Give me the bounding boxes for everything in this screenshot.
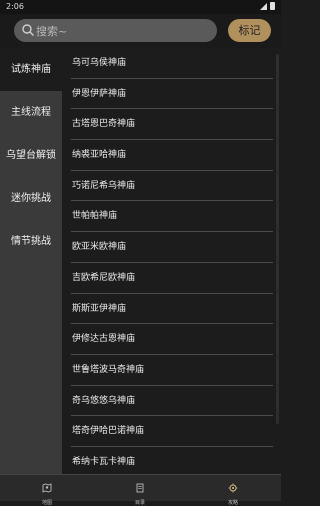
list-item[interactable]: 奇乌悠悠乌神庙 — [71, 386, 273, 417]
list-item[interactable]: 乌可乌侯神庙 — [71, 48, 273, 79]
search-placeholder: 搜索~ — [36, 25, 68, 38]
category-sidebar: 试炼神庙 主线流程 乌望台解锁 迷你挑战 情节挑战 — [0, 48, 62, 474]
list-scrollbar[interactable] — [276, 54, 279, 424]
list-item[interactable]: 伊恩伊萨神庙 — [71, 79, 273, 110]
map-icon — [42, 483, 52, 493]
tab-guide-label: 攻略 — [227, 500, 238, 506]
document-icon — [136, 483, 144, 493]
list-item[interactable]: 世帕帕神庙 — [71, 201, 273, 233]
sidebar-item-story-challenges[interactable]: 情节挑战 — [0, 220, 62, 263]
list-item[interactable]: 塔奇伊哈巴诺神庙 — [71, 416, 273, 447]
sidebar-item-shrine-trials[interactable]: 试炼神庙 — [0, 48, 62, 91]
tab-map[interactable]: 地图 — [27, 478, 67, 506]
mark-button[interactable]: 标记 — [228, 19, 271, 42]
tab-map-label: 地图 — [41, 500, 52, 506]
shrine-list: 乌可乌侯神庙 伊恩伊萨神庙 古塔恩巴奇神庙 纳裘亚哈神庙 巧诺尼希乌神庙 世帕帕… — [62, 48, 281, 474]
list-item[interactable]: 欧亚米欧神庙 — [71, 232, 273, 263]
tab-catalog[interactable]: 目录 — [120, 478, 160, 506]
status-time: 2:06 — [6, 2, 24, 11]
search-input[interactable]: 搜索~ — [14, 19, 217, 42]
battery-icon — [270, 2, 275, 10]
list-item[interactable]: 希纳卡瓦卡神庙 — [71, 447, 273, 474]
list-item[interactable]: 古塔恩巴奇神庙 — [71, 109, 273, 141]
tab-guide[interactable]: 攻略 — [213, 478, 253, 506]
search-icon — [22, 24, 34, 36]
guide-icon — [228, 483, 238, 493]
sidebar-item-mini-challenges[interactable]: 迷你挑战 — [0, 177, 62, 220]
status-icons — [260, 2, 275, 10]
list-item[interactable]: 世鲁塔波马奇神庙 — [71, 355, 273, 386]
list-item[interactable]: 伊修达古恩神庙 — [71, 324, 273, 355]
list-item[interactable]: 巧诺尼希乌神庙 — [71, 171, 273, 202]
tab-catalog-label: 目录 — [134, 500, 145, 506]
sidebar-item-main-quest[interactable]: 主线流程 — [0, 91, 62, 134]
list-item[interactable]: 纳裘亚哈神庙 — [71, 140, 273, 171]
list-item[interactable]: 斯斯亚伊神庙 — [71, 294, 273, 325]
sidebar-item-tower-unlock[interactable]: 乌望台解锁 — [0, 134, 62, 177]
status-bar: 2:06 — [0, 0, 281, 14]
bottom-nav: 地图 目录 攻略 — [0, 474, 281, 506]
search-bar-row: 搜索~ 标记 — [0, 14, 281, 48]
list-item[interactable]: 吉欧希尼欧神庙 — [71, 263, 273, 294]
signal-icon — [260, 2, 267, 10]
